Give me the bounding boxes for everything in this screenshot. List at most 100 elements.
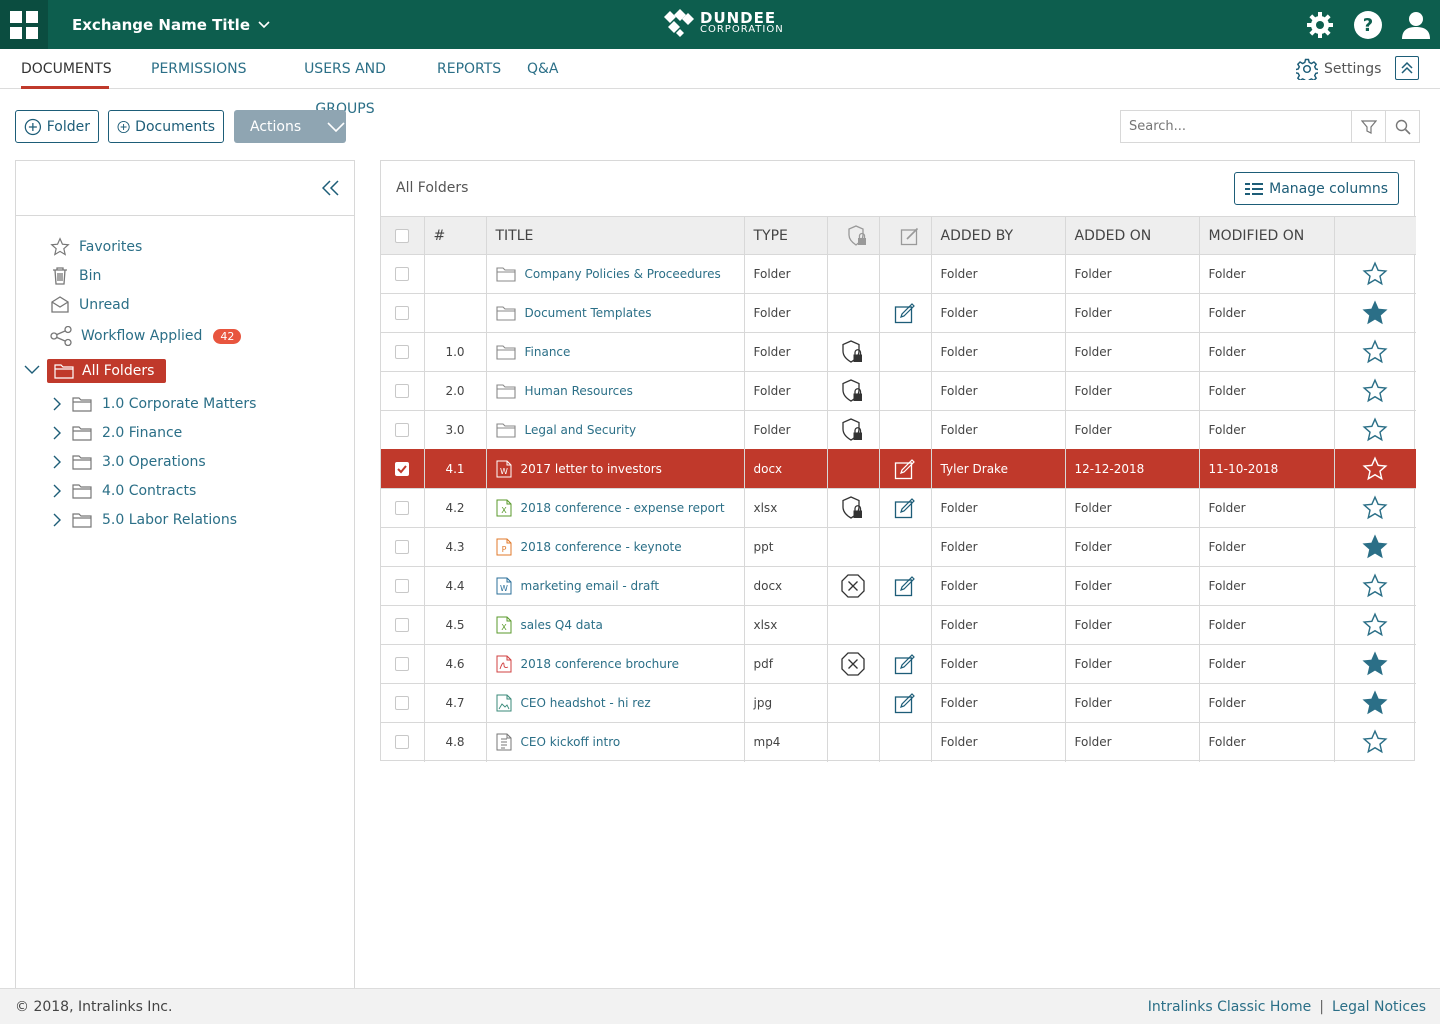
star-filled-icon[interactable] (1362, 651, 1388, 677)
row-title-link[interactable]: CEO headshot - hi rez (521, 696, 651, 710)
tab-permissions[interactable]: PERMISSIONS (151, 49, 247, 88)
row-checkbox[interactable] (395, 735, 410, 750)
star-filled-icon[interactable] (1362, 534, 1388, 560)
exchange-selector[interactable]: Exchange Name Title (72, 0, 270, 49)
settings-link[interactable]: Settings (1296, 49, 1381, 88)
row-type: xlsx (744, 605, 828, 645)
tab-documents[interactable]: DOCUMENTS (21, 49, 112, 89)
table-row[interactable]: 4.5 Xsales Q4 data xlsx Folder Folder Folder (381, 605, 1416, 645)
chevron-right-icon[interactable] (52, 484, 62, 498)
gear-icon[interactable] (1296, 0, 1344, 49)
row-checkbox[interactable] (395, 306, 410, 320)
table-row[interactable]: 4.3 P 2018 conference - keynote ppt Folder Fo… (381, 527, 1416, 567)
row-checkbox[interactable] (395, 384, 410, 398)
table-row[interactable]: 4.1 W 2017 letter to investors docx Tyler Dr… (381, 449, 1416, 489)
row-checkbox[interactable] (395, 696, 410, 710)
collapse-header-button[interactable] (1395, 56, 1419, 80)
select-all-checkbox[interactable] (395, 228, 410, 243)
star-outline-icon[interactable] (1362, 261, 1388, 287)
table-row[interactable]: 4.8 CEO kickoff intro mp4 Folder Folder Folde… (381, 722, 1416, 762)
star-outline-icon[interactable] (1362, 729, 1388, 755)
column-header-lock[interactable] (827, 216, 880, 255)
help-icon[interactable]: ? (1344, 0, 1392, 49)
column-header-added-by[interactable]: ADDED BY (931, 216, 1066, 255)
row-title-link[interactable]: Legal and Security (525, 423, 637, 437)
row-checkbox-checked[interactable] (395, 462, 410, 476)
table-row[interactable]: 4.6 2018 conference brochure pdf Folder Fold… (381, 644, 1416, 684)
row-checkbox[interactable] (395, 657, 410, 671)
tab-reports[interactable]: REPORTS (437, 49, 501, 88)
app-grid-icon[interactable] (0, 0, 48, 49)
table-row[interactable]: Document Templates Folder Folder Folder Fold… (381, 293, 1416, 333)
table-row[interactable]: 4.7 CEO headshot - hi rez jpg Folder Folder F… (381, 683, 1416, 723)
row-title-link[interactable]: sales Q4 data (521, 618, 603, 632)
table-row[interactable]: 1.0 Finance Folder Folder Folder Folder (381, 332, 1416, 372)
user-icon[interactable] (1392, 0, 1440, 49)
star-outline-icon[interactable] (1362, 417, 1388, 443)
table-row[interactable]: 4.2 X 2018 conference - expense report xlsx… (381, 488, 1416, 528)
column-header-modified-on[interactable]: MODIFIED ON (1199, 216, 1335, 255)
row-checkbox[interactable] (395, 501, 410, 515)
actions-dropdown[interactable]: Actions (234, 110, 346, 143)
star-outline-icon[interactable] (1362, 378, 1388, 404)
row-title-link[interactable]: 2018 conference - keynote (521, 540, 682, 554)
star-filled-icon[interactable] (1362, 690, 1388, 716)
star-outline-icon[interactable] (1362, 339, 1388, 365)
search-input[interactable] (1121, 111, 1351, 142)
row-title-link[interactable]: Company Policies & Proceedures (525, 267, 721, 281)
column-header-number[interactable]: # (424, 216, 487, 255)
filter-button[interactable] (1351, 111, 1385, 142)
row-title-link[interactable]: CEO kickoff intro (521, 735, 621, 749)
classic-home-link[interactable]: Intralinks Classic Home (1148, 999, 1312, 1015)
row-title-link[interactable]: Document Templates (525, 306, 652, 320)
chevron-right-icon[interactable] (52, 426, 62, 440)
nav-workflow-applied[interactable]: Workflow Applied 42 (50, 325, 242, 347)
row-title-link[interactable]: Finance (525, 345, 571, 359)
row-title-link[interactable]: Human Resources (525, 384, 633, 398)
chevron-right-icon[interactable] (52, 397, 62, 411)
tree-folder-item[interactable]: 4.0 Contracts (52, 480, 196, 502)
all-folders-toggle[interactable] (24, 365, 40, 375)
nav-unread[interactable]: Unread (50, 294, 130, 316)
star-filled-icon[interactable] (1362, 300, 1388, 326)
add-documents-button[interactable]: Documents (108, 110, 224, 143)
tree-all-folders[interactable]: All Folders (47, 359, 166, 383)
table-row[interactable]: 4.4 Wmarketing email - draft docx Folder Fol… (381, 566, 1416, 606)
row-checkbox[interactable] (395, 579, 410, 593)
row-checkbox[interactable] (395, 267, 410, 281)
row-title-link[interactable]: 2017 letter to investors (521, 462, 662, 476)
tab-users-and-groups[interactable]: USERS AND GROUPS (277, 49, 413, 117)
collapse-panel-button[interactable] (322, 180, 340, 196)
legal-notices-link[interactable]: Legal Notices (1332, 999, 1426, 1015)
tree-folder-item[interactable]: 3.0 Operations (52, 451, 206, 473)
star-outline-icon[interactable] (1362, 573, 1388, 599)
star-outline-icon[interactable] (1362, 495, 1388, 521)
manage-columns-button[interactable]: Manage columns (1234, 172, 1399, 205)
column-header-title[interactable]: TITLE (486, 216, 745, 255)
search-button[interactable] (1385, 111, 1419, 142)
tab-qa[interactable]: Q&A (527, 49, 559, 88)
star-outline-icon[interactable] (1362, 456, 1388, 482)
column-header-type[interactable]: TYPE (744, 216, 828, 255)
chevron-right-icon[interactable] (52, 513, 62, 527)
add-folder-button[interactable]: Folder (15, 110, 99, 143)
table-row[interactable]: 2.0 Human Resources Folder Folder Folder Fold… (381, 371, 1416, 411)
tree-folder-item[interactable]: 2.0 Finance (52, 422, 182, 444)
nav-bin[interactable]: Bin (50, 265, 101, 287)
chevron-right-icon[interactable] (52, 455, 62, 469)
table-row[interactable]: Company Policies & Proceedures Folder Fold… (381, 254, 1416, 294)
nav-favorites[interactable]: Favorites (50, 236, 142, 258)
row-checkbox[interactable] (395, 618, 410, 632)
column-header-added-on[interactable]: ADDED ON (1065, 216, 1200, 255)
row-checkbox[interactable] (395, 345, 410, 359)
row-checkbox[interactable] (395, 423, 410, 437)
star-outline-icon[interactable] (1362, 612, 1388, 638)
row-title-link[interactable]: marketing email - draft (521, 579, 660, 593)
tree-folder-item[interactable]: 1.0 Corporate Matters (52, 393, 256, 415)
row-title-link[interactable]: 2018 conference - expense report (521, 501, 725, 515)
row-checkbox[interactable] (395, 540, 410, 554)
tree-folder-item[interactable]: 5.0 Labor Relations (52, 509, 237, 531)
table-row[interactable]: 3.0 Legal and Security Folder Folder Folder F… (381, 410, 1416, 450)
column-header-edit[interactable] (879, 216, 932, 255)
row-title-link[interactable]: 2018 conference brochure (521, 657, 679, 671)
